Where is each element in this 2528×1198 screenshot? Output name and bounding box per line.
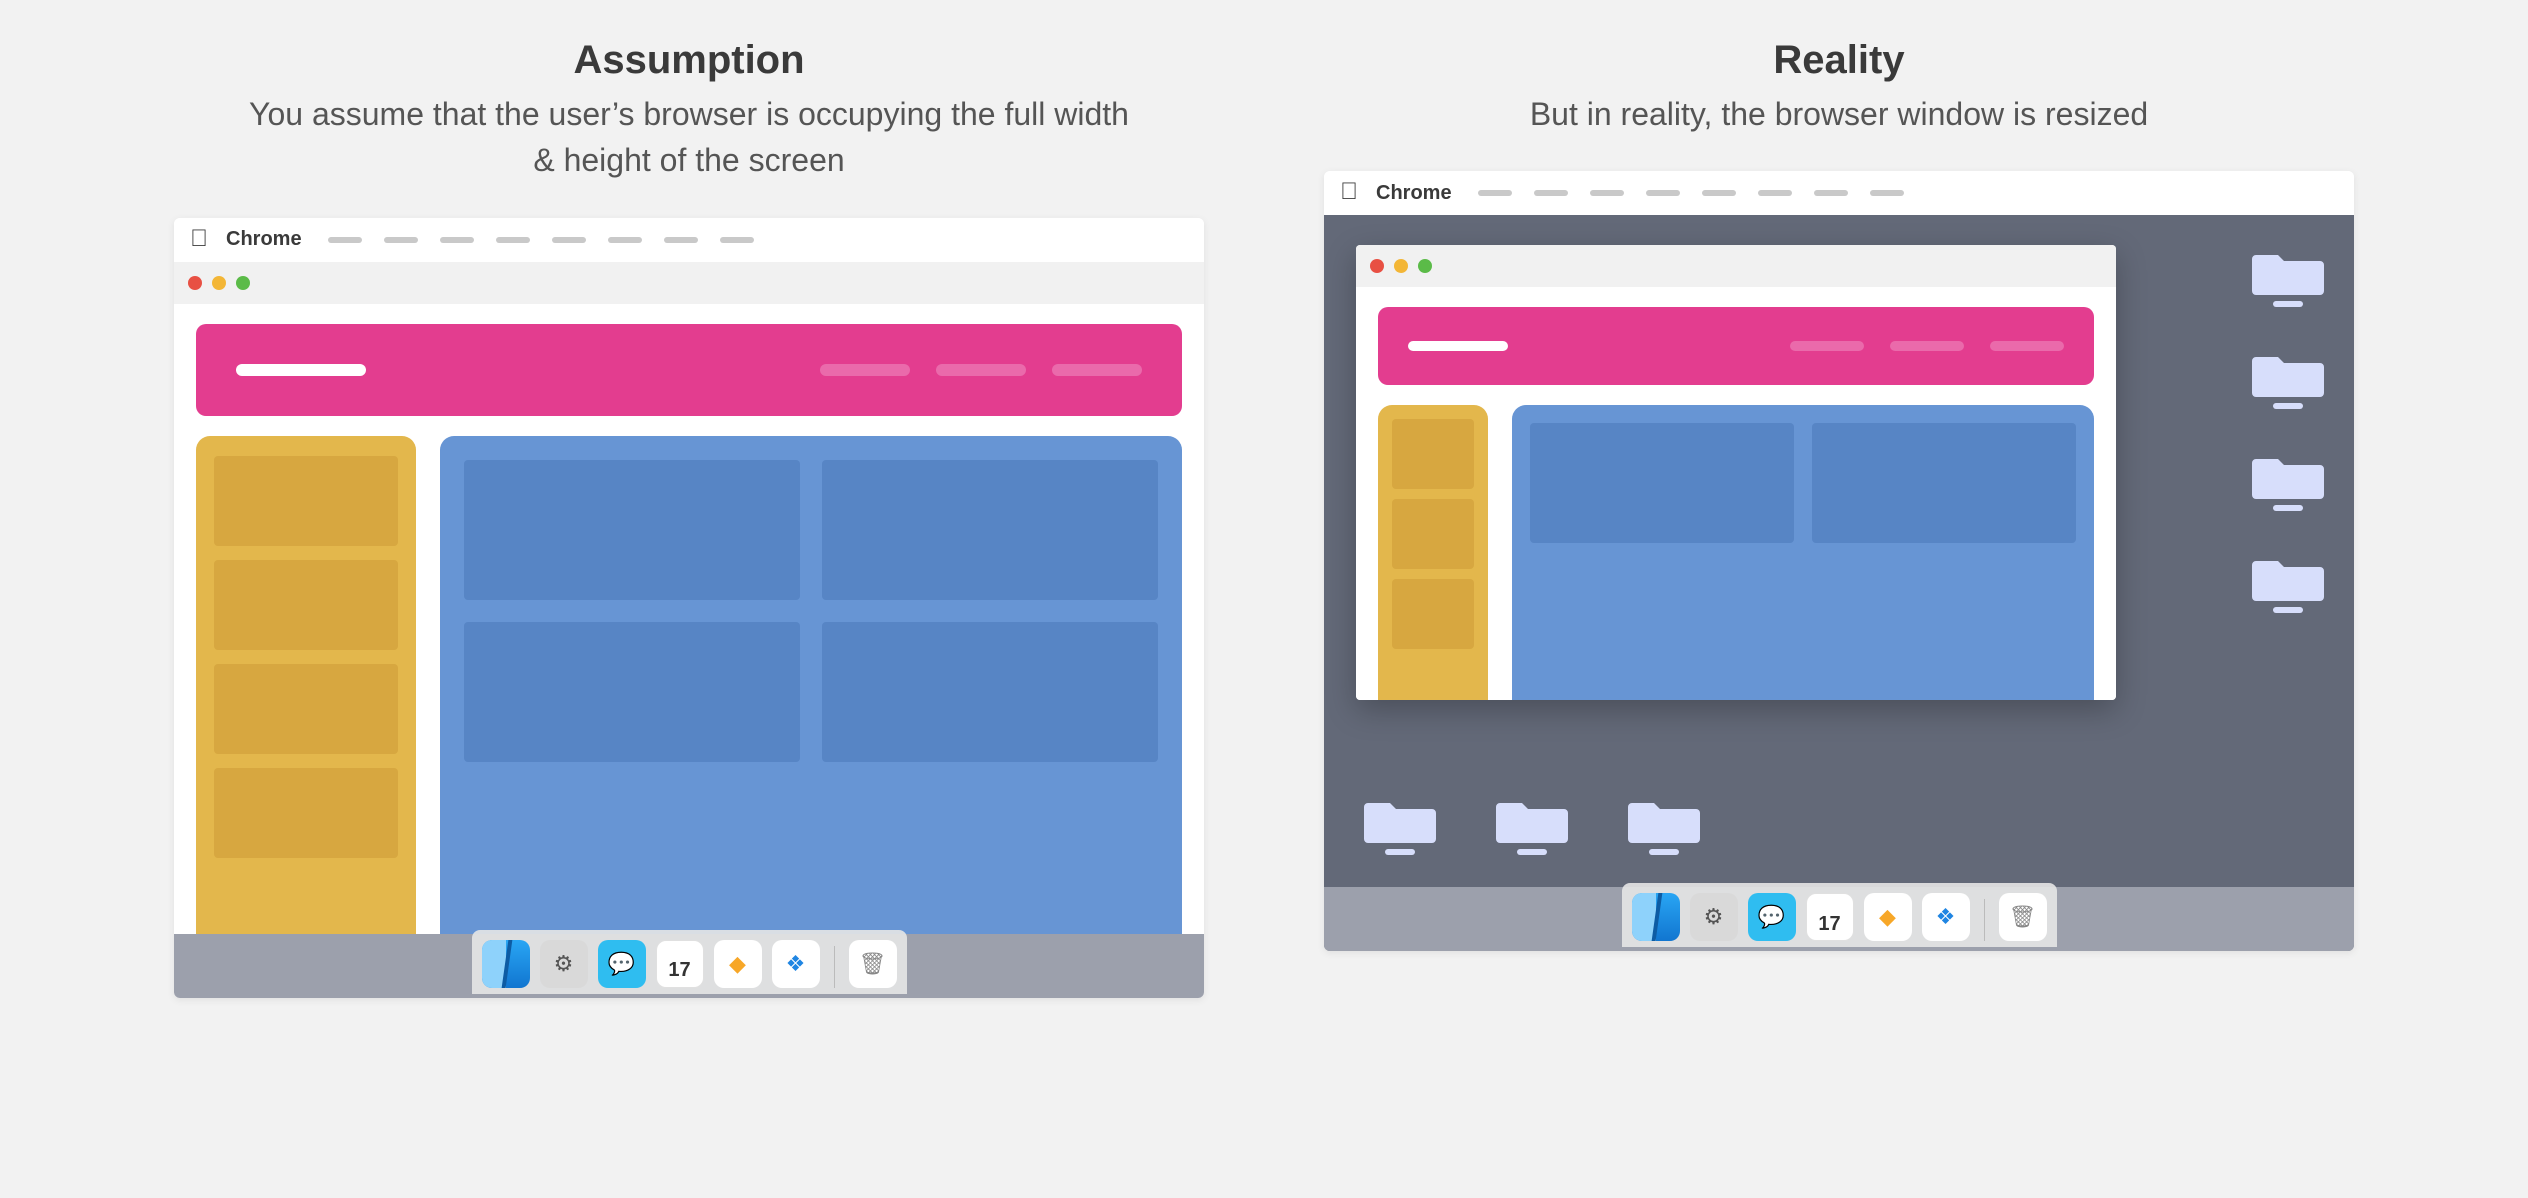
dock-app-trash-icon[interactable]: 🗑 [1999,893,2047,941]
nav-item-placeholder[interactable] [1890,341,1964,351]
desktop-folder-icon[interactable] [2252,551,2324,613]
page-logo-placeholder [236,364,366,376]
mac-menubar:  Chrome [174,218,1204,262]
page-nav-placeholder [1790,341,2064,351]
page-main-grid [440,436,1182,998]
menubar-items-placeholder [1478,190,1904,196]
apple-logo-icon:  [190,227,208,251]
dock-app-dropbox-icon[interactable]: ❖ [1922,893,1970,941]
apple-logo-icon:  [1340,180,1358,204]
reality-monitor:  Chrome [1324,171,2354,951]
page-header [196,324,1182,416]
nav-item-placeholder[interactable] [820,364,910,376]
sidebar-item-placeholder[interactable] [1392,499,1474,569]
dock-app-sketch-icon[interactable]: ◆ [714,940,762,988]
dock-app-finder-icon[interactable] [482,940,530,988]
dock-app-calendar-icon[interactable]: 17 [1806,893,1854,941]
window-close-icon[interactable] [1370,259,1384,273]
card-placeholder[interactable] [1812,423,2076,543]
dock-app-messages-icon[interactable]: 💬 [598,940,646,988]
window-minimize-icon[interactable] [1394,259,1408,273]
mac-menubar:  Chrome [1324,171,2354,215]
dock-app-settings-icon[interactable]: ⚙ [1690,893,1738,941]
sidebar-item-placeholder[interactable] [214,560,398,650]
assumption-title: Assumption [573,38,804,83]
dock-app-finder-icon[interactable] [1632,893,1680,941]
nav-item-placeholder[interactable] [1052,364,1142,376]
page-body [174,304,1204,998]
card-placeholder[interactable] [1530,423,1794,543]
assumption-monitor:  Chrome [174,218,1204,998]
page-layout [1378,405,2094,700]
desktop-folders-right [2252,245,2324,613]
nav-item-placeholder[interactable] [1990,341,2064,351]
window-zoom-icon[interactable] [1418,259,1432,273]
page-header [1378,307,2094,385]
assumption-column: Assumption You assume that the user’s br… [174,20,1204,998]
dock-background: ⚙ 💬 17 ◆ ❖ 🗑 [174,934,1204,998]
dock-app-messages-icon[interactable]: 💬 [1748,893,1796,941]
desktop-folder-icon[interactable] [2252,245,2324,307]
window-minimize-icon[interactable] [212,276,226,290]
dock-separator [1984,899,1985,941]
page-sidebar [196,436,416,998]
reality-title: Reality [1773,38,1904,83]
desktop-folder-icon[interactable] [1364,793,1436,855]
page-main-grid [1512,405,2094,700]
assumption-desc: You assume that the user’s browser is oc… [239,91,1139,184]
reality-desc: But in reality, the browser window is re… [1530,91,2148,137]
window-zoom-icon[interactable] [236,276,250,290]
page-logo-placeholder [1408,341,1508,351]
sidebar-item-placeholder[interactable] [214,768,398,858]
dock-app-calendar-icon[interactable]: 17 [656,940,704,988]
comparison-diagram: Assumption You assume that the user’s br… [0,0,2528,1058]
desktop-folder-icon[interactable] [1496,793,1568,855]
desktop-area: ⚙ 💬 17 ◆ ❖ 🗑 [174,262,1204,998]
desktop-folder-icon[interactable] [2252,347,2324,409]
sidebar-item-placeholder[interactable] [1392,579,1474,649]
dock: ⚙ 💬 17 ◆ ❖ 🗑 [472,930,907,994]
card-placeholder[interactable] [822,460,1158,600]
sidebar-item-placeholder[interactable] [214,456,398,546]
browser-titlebar [1356,245,2116,287]
sidebar-item-placeholder[interactable] [214,664,398,754]
browser-titlebar [174,262,1204,304]
page-layout [196,436,1182,998]
nav-item-placeholder[interactable] [936,364,1026,376]
dock-separator [834,946,835,988]
dock-app-dropbox-icon[interactable]: ❖ [772,940,820,988]
menubar-app-name: Chrome [1376,182,1452,205]
dock-app-sketch-icon[interactable]: ◆ [1864,893,1912,941]
card-placeholder[interactable] [464,622,800,762]
dock: ⚙ 💬 17 ◆ ❖ 🗑 [1622,883,2057,947]
desktop-folder-icon[interactable] [2252,449,2324,511]
reality-column: Reality But in reality, the browser wind… [1324,20,2354,998]
desktop-folder-icon[interactable] [1628,793,1700,855]
dock-background: ⚙ 💬 17 ◆ ❖ 🗑 [1324,887,2354,951]
desktop-folders-bottom [1364,793,1700,855]
desktop-area: ⚙ 💬 17 ◆ ❖ 🗑 [1324,215,2354,951]
nav-item-placeholder[interactable] [1790,341,1864,351]
page-sidebar [1378,405,1488,700]
card-placeholder[interactable] [464,460,800,600]
browser-window-fullscreen [174,262,1204,998]
menubar-items-placeholder [328,237,754,243]
sidebar-item-placeholder[interactable] [1392,419,1474,489]
browser-window-resized[interactable] [1356,245,2116,700]
dock-app-settings-icon[interactable]: ⚙ [540,940,588,988]
dock-app-trash-icon[interactable]: 🗑 [849,940,897,988]
page-body [1356,287,2116,700]
page-nav-placeholder [820,364,1142,376]
window-close-icon[interactable] [188,276,202,290]
card-placeholder[interactable] [822,622,1158,762]
menubar-app-name: Chrome [226,228,302,251]
